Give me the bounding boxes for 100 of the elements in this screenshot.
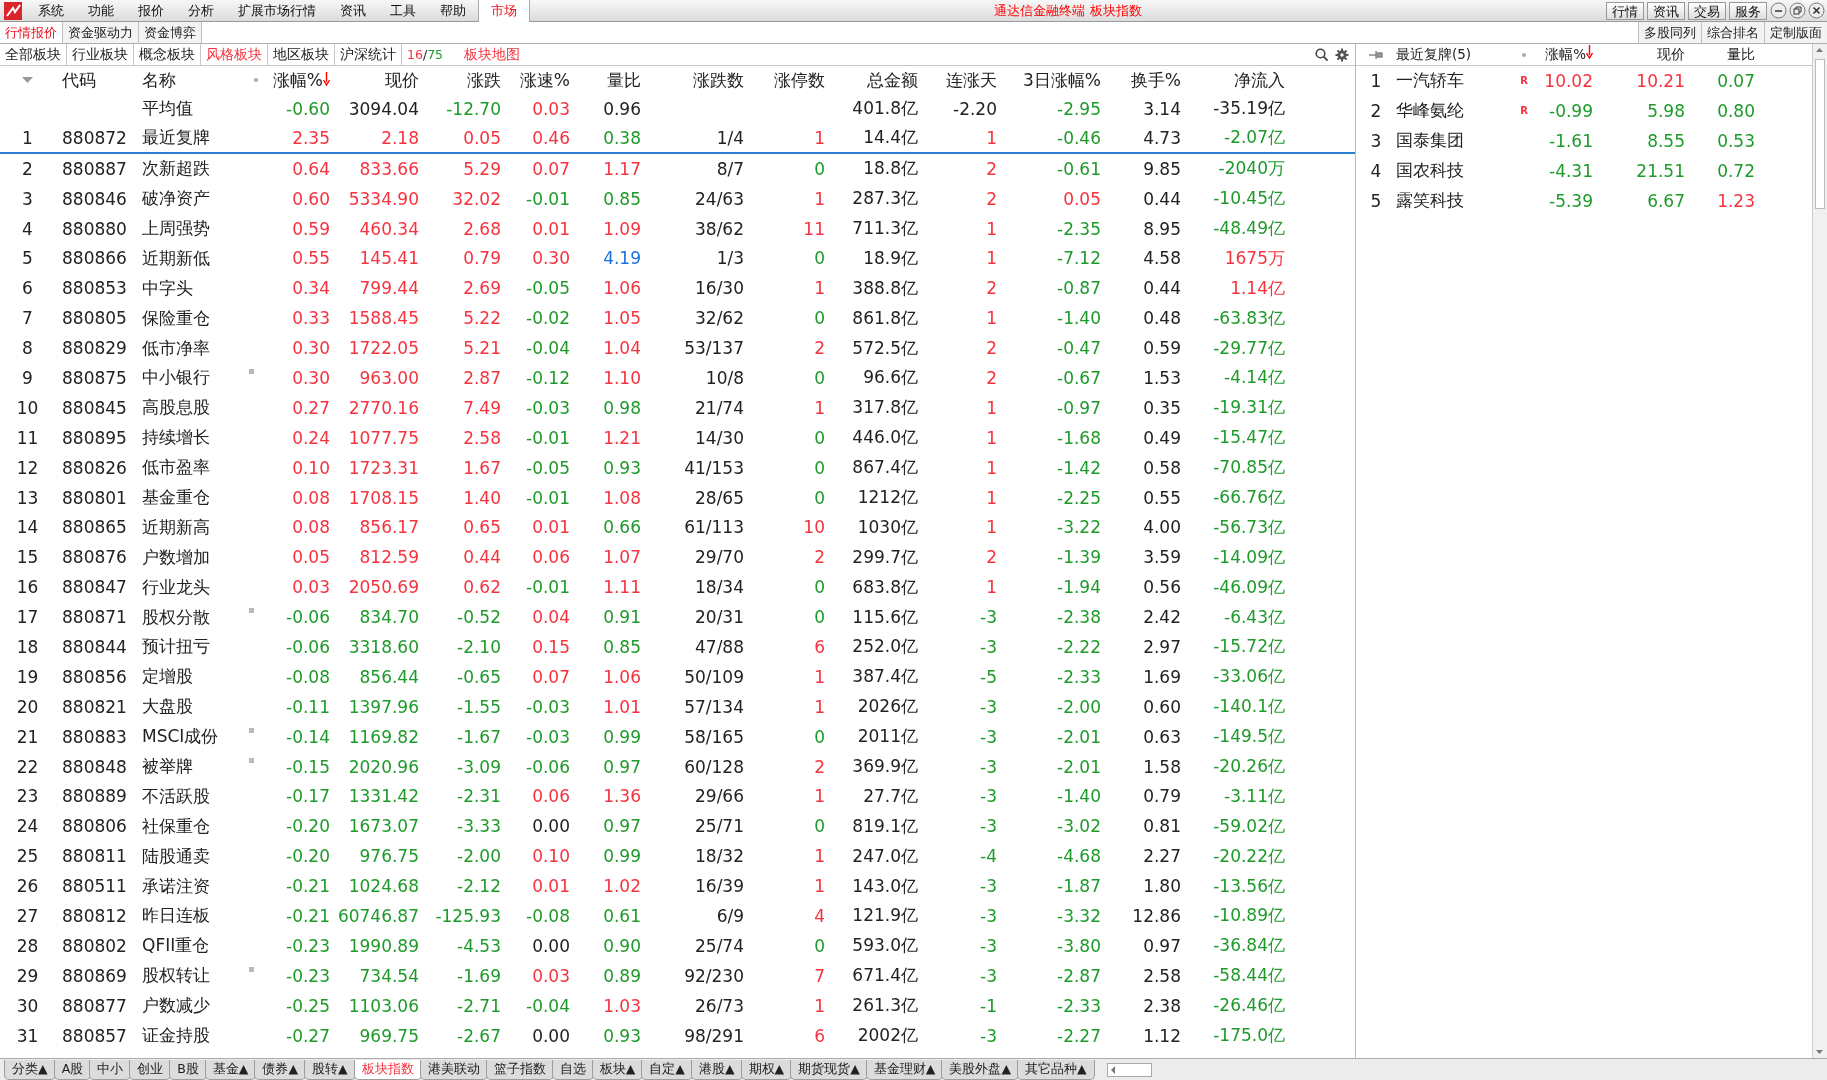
stock-name[interactable]: MSCI成份	[142, 725, 219, 749]
stock-name[interactable]: 股权分散	[142, 605, 210, 629]
stock-name[interactable]: 基金重仓	[142, 486, 210, 509]
toolbar-button[interactable]: 服务	[1729, 1, 1767, 20]
restore-icon[interactable]	[1789, 2, 1806, 19]
stock-name[interactable]: 昨日连板	[142, 904, 210, 928]
stock-name[interactable]: 持续增长	[142, 426, 210, 450]
stock-name[interactable]: 国泰集团	[1396, 129, 1464, 153]
column-header[interactable]: 连涨天	[946, 68, 997, 92]
pin-icon[interactable]	[1369, 49, 1383, 60]
view-tab[interactable]: 资金博弈	[139, 22, 202, 43]
category-tab[interactable]: 沪深统计	[335, 44, 402, 65]
stock-name[interactable]: 承诺注资	[142, 874, 210, 898]
category-tab[interactable]: 地区板块	[268, 44, 335, 65]
stock-name[interactable]: 保险重仓	[142, 306, 210, 330]
market-tab[interactable]: 股转▲	[304, 1059, 356, 1080]
column-header[interactable]: 涨速%	[519, 68, 570, 92]
market-tab[interactable]: 港股▲	[690, 1059, 743, 1080]
stock-name[interactable]: 被举牌	[142, 755, 193, 779]
stock-name[interactable]: 社保重仓	[142, 814, 210, 838]
stock-name[interactable]: 露笑科技	[1396, 189, 1464, 212]
minimize-icon[interactable]	[1770, 2, 1787, 19]
market-tab[interactable]: 市场	[478, 0, 530, 22]
category-tab[interactable]: 全部板块	[0, 44, 67, 65]
stock-name[interactable]: 近期新高	[142, 515, 210, 539]
market-tab[interactable]: 中小	[89, 1059, 132, 1080]
stock-name[interactable]: 定增股	[142, 665, 193, 689]
market-tab[interactable]: 板块指数	[353, 1059, 422, 1080]
stock-name[interactable]: 证金持股	[142, 1024, 210, 1048]
stock-name[interactable]: 上周强势	[142, 217, 210, 240]
column-header[interactable]: 总金额	[867, 68, 918, 92]
stock-name[interactable]: 预计扭亏	[142, 635, 210, 659]
stock-name[interactable]: 户数增加	[142, 545, 210, 569]
market-tab[interactable]: 分类▲	[4, 1059, 56, 1080]
stock-name[interactable]: 中字头	[142, 276, 193, 300]
column-header[interactable]: 涨跌数	[693, 68, 744, 92]
stock-name[interactable]: 近期新低	[142, 246, 210, 270]
stock-name[interactable]: 低市盈率	[142, 456, 210, 480]
stock-name[interactable]: 最近复牌	[142, 126, 210, 150]
stock-name[interactable]: 不活跃股	[142, 784, 210, 808]
column-header[interactable]: 名称	[142, 68, 176, 92]
menu-item[interactable]: 扩展市场行情	[226, 1, 328, 20]
scrollbar[interactable]	[1812, 44, 1827, 1058]
market-tab[interactable]: A股	[53, 1059, 92, 1080]
stock-name[interactable]: 国农科技	[1396, 159, 1464, 183]
stock-name[interactable]: 高股息股	[142, 396, 210, 420]
toolbar-button[interactable]: 交易	[1688, 1, 1726, 20]
stock-name[interactable]: 股权转让	[142, 964, 210, 988]
market-tab[interactable]: 期货现货▲	[790, 1059, 868, 1080]
column-header[interactable]: 3日涨幅%	[1023, 68, 1101, 92]
market-tab[interactable]: 其它品种▲	[1017, 1059, 1095, 1080]
menu-item[interactable]: 帮助	[428, 1, 478, 20]
column-header[interactable]: 涨幅%	[1545, 45, 1593, 64]
stock-name[interactable]: 行业龙头	[142, 575, 210, 599]
layout-button[interactable]: 定制版面	[1764, 22, 1827, 43]
stock-name[interactable]: 中小银行	[142, 366, 210, 390]
category-tab[interactable]: 行业板块	[67, 44, 134, 65]
menu-item[interactable]: 功能	[76, 1, 126, 20]
column-header[interactable]: 量比	[1727, 45, 1755, 64]
menu-item[interactable]: 资讯	[328, 1, 378, 20]
column-header[interactable]: 代码	[62, 68, 96, 92]
app-logo-icon[interactable]	[4, 1, 22, 20]
toolbar-button[interactable]: 资讯	[1647, 1, 1685, 20]
stock-name[interactable]: 低市净率	[142, 336, 210, 360]
stock-name[interactable]: 华峰氨纶	[1396, 99, 1464, 123]
layout-button[interactable]: 综合排名	[1701, 22, 1764, 43]
stock-name[interactable]: QFII重仓	[142, 934, 210, 958]
horizontal-scrollbar[interactable]	[1106, 1062, 1152, 1077]
close-icon[interactable]	[1808, 2, 1825, 19]
scrollbar-thumb[interactable]	[1815, 59, 1825, 209]
market-tab[interactable]: 自定▲	[641, 1059, 693, 1080]
view-tab[interactable]: 资金驱动力	[63, 22, 139, 43]
category-tab[interactable]: 风格板块	[201, 44, 268, 65]
stock-name[interactable]: 陆股通卖	[142, 844, 210, 868]
market-tab[interactable]: 板块▲	[591, 1059, 644, 1080]
menu-item[interactable]: 分析	[176, 1, 226, 20]
dropdown-icon[interactable]	[22, 76, 33, 84]
sector-map-link[interactable]: 板块地图	[448, 44, 537, 65]
market-tab[interactable]: 美股外盘▲	[941, 1059, 1019, 1080]
market-tab[interactable]: 基金理财▲	[865, 1059, 944, 1080]
toolbar-button[interactable]: 行情	[1606, 1, 1644, 20]
market-tab[interactable]: 篮子指数	[485, 1059, 554, 1080]
market-tab[interactable]: 创业	[129, 1059, 172, 1080]
menu-item[interactable]: 报价	[126, 1, 176, 20]
settings-icon[interactable]	[1335, 47, 1349, 62]
market-tab[interactable]: 期权▲	[740, 1059, 793, 1080]
column-header[interactable]: 量比	[607, 68, 641, 92]
column-header[interactable]: 涨幅%	[272, 68, 330, 92]
market-tab[interactable]: 债券▲	[254, 1059, 306, 1080]
market-tab[interactable]: B股	[169, 1059, 207, 1080]
stock-name[interactable]: 一汽轿车	[1396, 69, 1464, 93]
menu-item[interactable]: 系统	[26, 1, 76, 20]
column-header[interactable]: 涨跌	[467, 68, 501, 92]
stock-name[interactable]: 次新超跌	[142, 157, 210, 181]
stock-name[interactable]: 破净资产	[142, 187, 210, 211]
column-header[interactable]: 现价	[385, 68, 419, 92]
column-header[interactable]: 涨停数	[774, 68, 825, 92]
stock-name[interactable]: 户数减少	[142, 994, 210, 1018]
category-tab[interactable]: 概念板块	[134, 44, 201, 65]
column-header[interactable]: 净流入	[1234, 68, 1285, 92]
